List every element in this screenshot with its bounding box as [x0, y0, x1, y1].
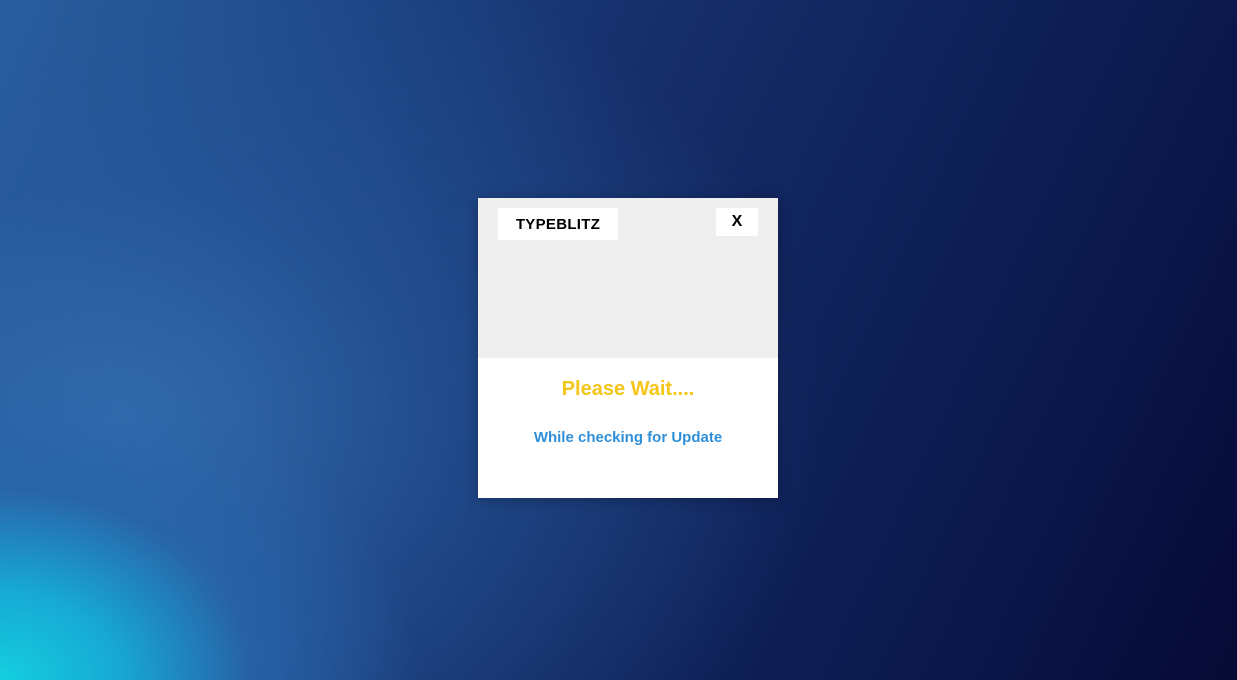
update-dialog: TYPEBLITZ X Please Wait.... While checki… — [478, 198, 778, 498]
dialog-body: Please Wait.... While checking for Updat… — [478, 358, 778, 498]
close-icon: X — [731, 213, 743, 230]
please-wait-title: Please Wait.... — [561, 378, 695, 400]
checking-update-message: While checking for Update — [533, 429, 723, 446]
app-brand-label: TYPEBLITZ — [498, 208, 618, 240]
close-button[interactable]: X — [716, 208, 758, 236]
dialog-header: TYPEBLITZ X — [478, 198, 778, 358]
